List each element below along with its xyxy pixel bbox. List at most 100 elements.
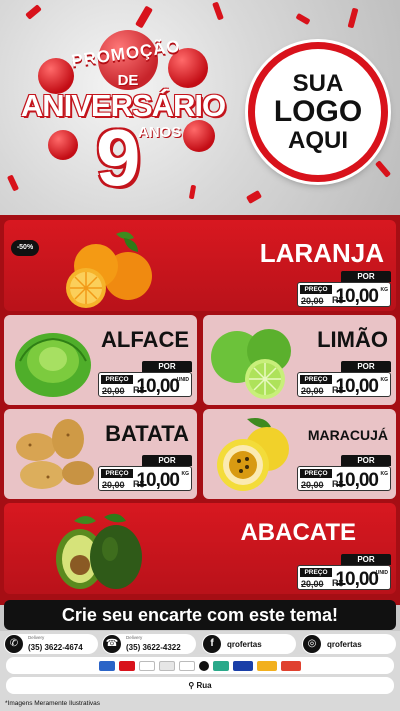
new-price: 10,00 [335, 569, 379, 590]
instagram-handle: qrofertas [327, 639, 362, 649]
new-price: 10,00 [335, 470, 379, 491]
preco-label: PREÇO [300, 568, 332, 577]
offer-name: MARACUJÁ [307, 427, 388, 443]
unit: KG [181, 471, 190, 477]
logo-text-aqui: AQUI [288, 126, 348, 154]
offer-card-batata[interactable]: BATATA POR PREÇO 20,00 R$ 10,00 KG [4, 409, 197, 499]
pix-icon [213, 660, 229, 671]
instagram-contact[interactable]: ◎ qrofertas [302, 634, 396, 654]
unit: UNID [176, 377, 189, 383]
offer-card-alface[interactable]: ALFACE POR PREÇO 20,00 R$ 10,00 UNID [4, 315, 197, 405]
old-price: 20,00 [301, 480, 324, 490]
new-price: 10,00 [335, 286, 379, 307]
old-price: 20,00 [102, 480, 125, 490]
anniversary-badge: PROMOÇÃO DE ANIVERSÁRIO 9 ANOS [8, 30, 238, 200]
logo-placeholder: SUA LOGO AQUI [248, 42, 388, 182]
phone-label: Delivery [126, 635, 143, 640]
passion-fruit-icon [217, 418, 289, 491]
confetti [135, 5, 153, 29]
unit: KG [380, 471, 389, 477]
preco-label: PREÇO [101, 375, 133, 384]
logo-text-logo: LOGO [273, 95, 363, 129]
whatsapp-label: Delivery [28, 635, 45, 640]
preco-label: PREÇO [300, 285, 332, 294]
unit: KG [380, 287, 389, 293]
price-box: PREÇO 20,00 R$ 10,00 KG [297, 282, 391, 307]
confetti [245, 190, 263, 204]
price-tag: POR PREÇO 20,00 R$ 10,00 KG [98, 455, 192, 491]
por-label: POR [142, 361, 192, 372]
phone-icon: ☎ [103, 635, 121, 653]
hero-banner: PROMOÇÃO DE ANIVERSÁRIO 9 ANOS SUA LOGO … [0, 0, 400, 215]
anniversary-number: 9 [96, 113, 141, 202]
avocado-icon [56, 513, 142, 589]
price-tag: POR PREÇO 20,00 R$ 10,00 KG [297, 361, 391, 397]
card-icon [159, 660, 175, 671]
new-price: 10,00 [136, 376, 180, 397]
location-pin-icon: ⚲ [188, 681, 195, 690]
potato-icon [16, 419, 94, 489]
offer-card-abacate[interactable]: ABACATE POR PREÇO 20,00 R$ 10,00 UNID [4, 503, 396, 594]
contacts-bar: ✆ Delivery (35) 3622-4674 ☎ Delivery (35… [0, 631, 400, 711]
por-label: POR [341, 554, 391, 565]
anniversary-anos: ANOS [138, 124, 182, 141]
orange-icon [66, 231, 152, 308]
facebook-icon: f [203, 635, 221, 653]
old-price: 20,00 [301, 296, 324, 306]
offer-name: LARANJA [259, 238, 384, 268]
visa-icon [233, 660, 253, 671]
offer-name: ABACATE [240, 519, 356, 546]
offer-card-limao[interactable]: LIMÃO POR PREÇO 20,00 R$ 10,00 KG [203, 315, 396, 405]
offer-card-maracuja[interactable]: MARACUJÁ POR PREÇO 20,00 R$ 10,00 KG [203, 409, 396, 499]
price-tag: POR PREÇO 20,00 R$ 10,00 UNID [297, 554, 391, 590]
card-icon [179, 660, 195, 671]
address-bar[interactable]: ⚲ Rua [6, 677, 394, 694]
footnote: *Imagens Meramente Ilustrativas [5, 700, 101, 707]
unit: KG [380, 377, 389, 383]
unit: UNID [375, 570, 388, 576]
price-tag: POR PREÇO 20,00 R$ 10,00 KG [297, 271, 391, 307]
hipercard-icon [281, 660, 301, 671]
address-text: Rua [196, 681, 212, 690]
price-box: PREÇO 20,00 R$ 10,00 KG [297, 466, 391, 491]
phone-number: (35) 3622-4322 [126, 642, 181, 652]
card-icon [139, 660, 155, 671]
promo-de: DE [117, 72, 139, 89]
confetti [347, 7, 359, 29]
price-box: PREÇO 20,00 R$ 10,00 KG [297, 372, 391, 397]
new-price: 10,00 [136, 470, 180, 491]
por-label: POR [341, 361, 391, 372]
old-price: 20,00 [102, 386, 125, 396]
preco-label: PREÇO [300, 375, 332, 384]
card-icon [99, 660, 115, 671]
offer-name: ALFACE [101, 327, 189, 352]
offer-name: BATATA [105, 421, 189, 446]
confetti [374, 160, 392, 178]
old-price: 20,00 [301, 579, 324, 589]
phone-contact[interactable]: ☎ Delivery (35) 3622-4322 [102, 634, 196, 654]
preco-label: PREÇO [101, 469, 133, 478]
por-label: POR [142, 455, 192, 466]
por-label: POR [341, 271, 391, 282]
whatsapp-contact[interactable]: ✆ Delivery (35) 3622-4674 [4, 634, 98, 654]
price-tag: POR PREÇO 20,00 R$ 10,00 KG [297, 455, 391, 491]
price-box: PREÇO 20,00 R$ 10,00 UNID [297, 565, 391, 590]
offer-card-laranja[interactable]: -50% LARANJA POR PREÇO 20,00 R$ 10,00 KG [4, 220, 396, 311]
old-price: 20,00 [301, 386, 324, 396]
whatsapp-number: (35) 3622-4674 [28, 642, 83, 652]
lettuce-icon [15, 333, 91, 397]
balloon [183, 120, 215, 152]
cta-banner[interactable]: Crie seu encarte com este tema! [4, 600, 396, 630]
confetti [25, 4, 42, 20]
por-label: POR [341, 455, 391, 466]
facebook-contact[interactable]: f qrofertas [202, 634, 296, 654]
offer-name: LIMÃO [317, 327, 388, 352]
offers-panel: -50% LARANJA POR PREÇO 20,00 R$ 10,00 KG [0, 215, 400, 605]
card-icon [119, 660, 135, 671]
balloon [48, 130, 78, 160]
card-icon [199, 660, 209, 671]
lime-icon [211, 329, 291, 399]
confetti [295, 12, 311, 26]
price-box: PREÇO 20,00 R$ 10,00 UNID [98, 372, 192, 397]
whatsapp-icon: ✆ [5, 635, 23, 653]
